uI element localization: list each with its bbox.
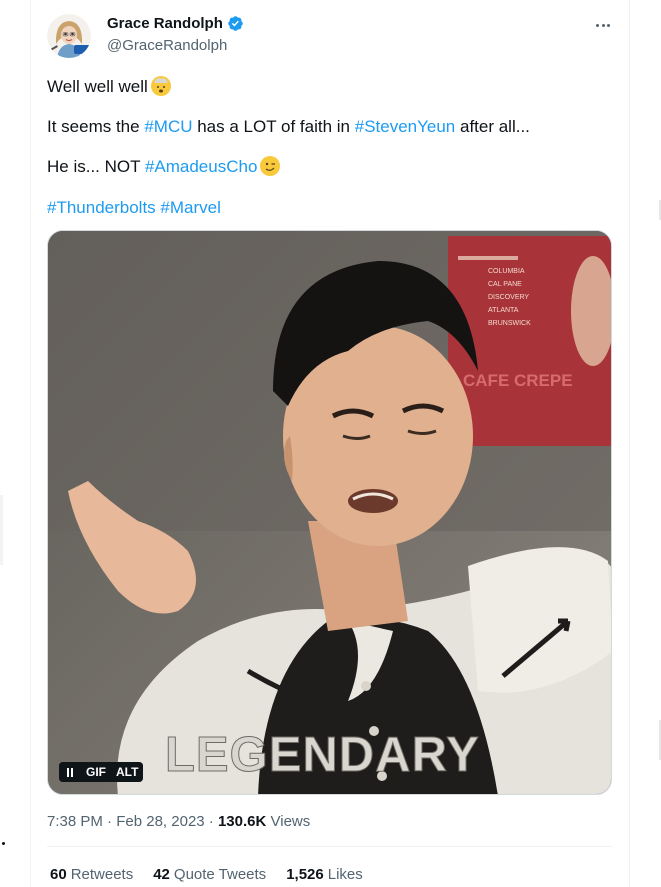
tweet-text-line-3: He is... NOT #AmadeusCho xyxy=(47,156,281,178)
likes-stat[interactable]: 1,526 Likes xyxy=(286,866,363,883)
hashtag-link[interactable]: #Marvel xyxy=(160,198,220,217)
gif-frame-image: COLUMBIA CAL PANE DISCOVERY ATLANTA BRUN… xyxy=(48,231,611,794)
hashtag-link[interactable]: #AmadeusCho xyxy=(145,157,257,176)
left-edge-shadow xyxy=(0,495,3,565)
tweet-text-line-4: #Thunderbolts #Marvel xyxy=(47,197,221,219)
hashtag-link[interactable]: #StevenYeun xyxy=(355,117,456,136)
poster-text: BRUNSWICK xyxy=(488,320,531,327)
alt-text-button[interactable]: ALT xyxy=(111,762,144,782)
poster-text: CAL PANE xyxy=(488,281,522,288)
views-count: 130.6K xyxy=(217,813,267,830)
verified-badge-icon xyxy=(228,16,243,31)
more-icon xyxy=(596,23,600,27)
exploding-head-emoji xyxy=(150,76,171,96)
poster-text: COLUMBIA xyxy=(488,268,525,275)
gif-label: GIF xyxy=(81,762,111,782)
avatar-illustration xyxy=(47,14,91,58)
tweet-date[interactable]: Feb 28, 2023 xyxy=(116,813,204,830)
avatar[interactable] xyxy=(47,14,91,58)
timeline-border-left xyxy=(30,0,31,887)
gif-media[interactable]: COLUMBIA CAL PANE DISCOVERY ATLANTA BRUN… xyxy=(47,230,612,795)
timeline-border-right xyxy=(629,0,630,887)
tweet-stats: 60 Retweets 42 Quote Tweets 1,526 Likes xyxy=(50,866,363,883)
gif-controls: GIF ALT xyxy=(59,762,144,782)
winking-face-emoji xyxy=(260,156,281,176)
gif-control-pill: GIF ALT xyxy=(59,762,144,782)
divider xyxy=(47,846,612,847)
tweet-time[interactable]: 7:38 PM xyxy=(47,813,103,830)
author-display-name[interactable]: Grace Randolph xyxy=(107,15,223,32)
author-handle[interactable]: @GraceRandolph xyxy=(107,37,227,54)
quote-tweets-stat[interactable]: 42 Quote Tweets xyxy=(153,866,266,883)
gif-caption: LEGENDARY xyxy=(165,728,480,782)
poster-text: ATLANTA xyxy=(488,307,519,314)
hashtag-link[interactable]: #MCU xyxy=(144,117,192,136)
author-name-row[interactable]: Grace Randolph xyxy=(107,15,244,32)
views-label: Views xyxy=(266,813,311,830)
poster-title: CAFE CREPE xyxy=(463,371,573,390)
retweets-stat[interactable]: 60 Retweets xyxy=(50,866,133,883)
tweet-text-line-1: Well well well xyxy=(47,76,171,98)
pause-icon xyxy=(67,767,69,777)
poster-text: DISCOVERY xyxy=(488,294,529,301)
pause-button[interactable] xyxy=(59,762,81,782)
tweet-meta: 7:38 PM · Feb 28, 2023 · 130.6K Views xyxy=(47,813,311,830)
more-options-button[interactable] xyxy=(592,14,614,36)
left-edge-dot xyxy=(2,842,5,845)
hashtag-link[interactable]: #Thunderbolts xyxy=(47,198,156,217)
tweet-text-line-2: It seems the #MCU has a LOT of faith in … xyxy=(47,117,530,136)
